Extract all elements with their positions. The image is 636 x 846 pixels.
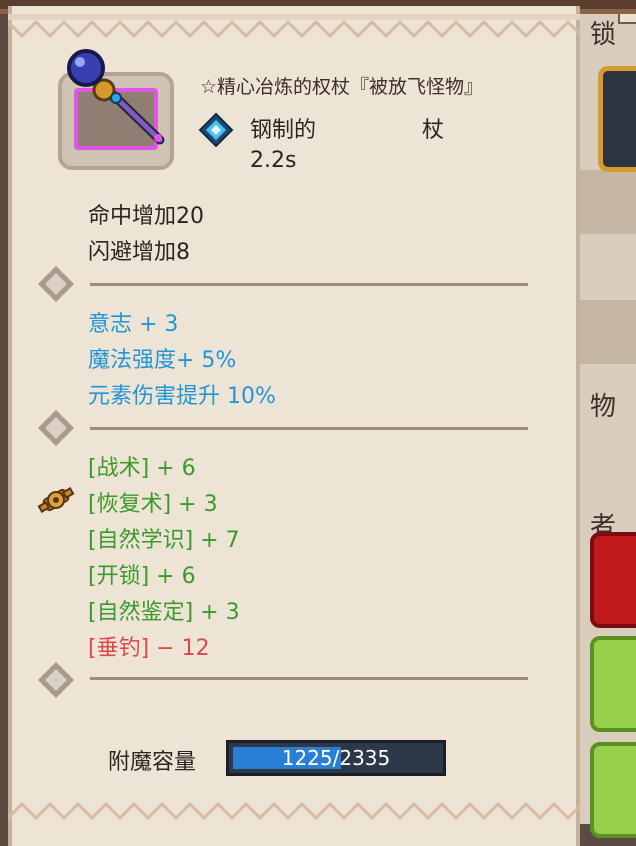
skill-stat: [自然学识] + 7 [88,528,240,553]
separator-diamond-icon [38,410,74,446]
skill-stat: [战术] + 6 [88,456,196,481]
background-stripe [580,170,636,234]
item-weapon-type: 杖 [422,118,445,143]
background-equipment-slot[interactable] [598,66,636,172]
attack-speed: 2.2s [250,148,297,173]
separator-line [90,427,528,430]
item-material: 钢制的 [250,118,317,143]
enchant-capacity-label: 附魔容量 [108,750,197,775]
skill-stat-penalty: [垂钓] − 12 [88,636,210,661]
attribute-stat: 魔法强度+ 5% [88,348,237,373]
staff-icon [67,49,165,145]
tooltip-top-trim [8,14,580,39]
separator-diamond-icon [38,266,74,302]
separator-diamond-icon [38,662,74,698]
skill-stat: [恢复术] + 3 [88,492,218,517]
background-label-monster: 物 [590,392,617,422]
background-red-button[interactable] [590,532,636,628]
item-title: ☆精心冶炼的权杖『被放飞怪物』 [200,76,484,98]
background-stripe [580,300,636,364]
skill-stat: [开锁] + 6 [88,564,196,589]
enchant-capacity-value: 1225/2335 [281,746,391,770]
tooltip-bottom-trim [8,801,580,821]
separator-line [90,677,528,680]
weapon-type-icon [198,112,234,148]
attribute-stat: 意志 + 3 [88,312,179,337]
separator-line [90,283,528,286]
enchant-capacity-bar: 1225/2335 [226,740,446,776]
skill-stat: [自然鉴定] + 3 [88,600,240,625]
gear-icon [37,487,75,513]
background-label-lock: 锁 [590,20,617,50]
base-stat: 闪避增加8 [88,240,190,265]
background-green-button[interactable] [590,636,636,732]
attribute-stat: 元素伤害提升 10% [88,384,276,409]
base-stat: 命中增加20 [88,204,204,229]
